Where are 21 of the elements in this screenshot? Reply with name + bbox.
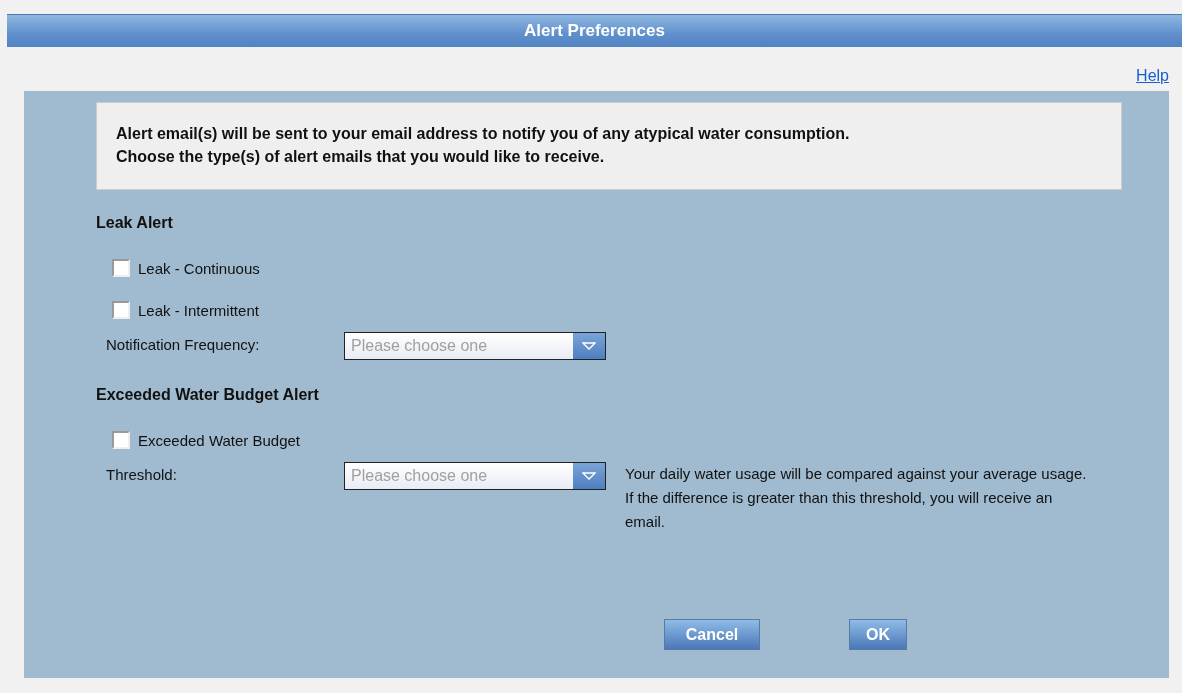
checkbox[interactable]	[112, 301, 130, 319]
checkbox[interactable]	[112, 259, 130, 277]
dropdown-field[interactable]: Please choose one	[344, 332, 606, 360]
checkbox-label: Leak - Intermittent	[138, 301, 259, 319]
section-heading: Exceeded Water Budget Alert	[96, 386, 320, 405]
checkbox[interactable]	[112, 431, 130, 449]
threshold-hint: Your daily water usage will be compared against your average usage. If the difference is greater than this threshold, you will receive an email.	[625, 464, 1088, 532]
intro-text: Alert email(s) will be sent to your email address to notify you of any atypical water consumption.	[116, 125, 851, 143]
dropdown-arrow-icon	[582, 342, 596, 350]
field-label: Notification Frequency:	[106, 335, 261, 353]
dialog-button[interactable]: Cancel	[664, 619, 760, 650]
help-link[interactable]: Help	[1136, 67, 1169, 91]
section-heading: Leak Alert	[96, 214, 174, 233]
dropdown-field[interactable]: Please choose one	[344, 462, 606, 490]
field-label: Threshold:	[106, 465, 178, 483]
window-title: Alert Preferences	[7, 14, 1182, 47]
checkbox-label: Exceeded Water Budget	[138, 431, 301, 449]
checkbox-label: Leak - Continuous	[138, 259, 260, 277]
dialog-button[interactable]: OK	[849, 619, 907, 650]
dropdown-arrow-icon	[582, 472, 596, 480]
intro-text: Choose the type(s) of alert emails that you would like to receive.	[116, 148, 606, 166]
